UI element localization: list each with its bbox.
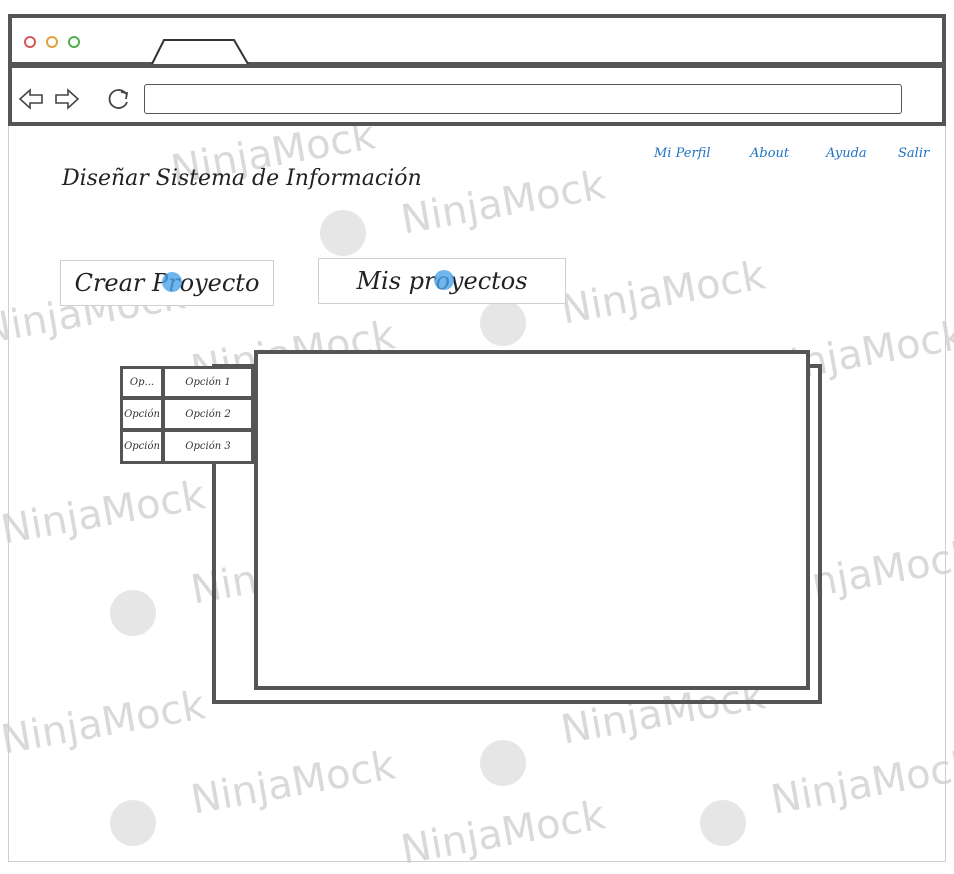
menu-cell[interactable]: Opción bbox=[120, 429, 164, 464]
page-title: Diseñar Sistema de Información bbox=[62, 166, 422, 191]
close-window-button[interactable] bbox=[24, 36, 36, 48]
maximize-window-button[interactable] bbox=[68, 36, 80, 48]
browser-title-bar bbox=[8, 14, 946, 66]
browser-tab[interactable] bbox=[150, 38, 250, 66]
forward-arrow-icon[interactable] bbox=[54, 86, 80, 112]
menu-cell[interactable]: Op... bbox=[120, 366, 164, 399]
nav-link-ayuda[interactable]: Ayuda bbox=[826, 146, 867, 161]
click-marker bbox=[434, 270, 454, 290]
options-menu-grid: Op... Opción 1 Opción Opción 2 Opción Op… bbox=[120, 366, 254, 464]
nav-link-salir[interactable]: Salir bbox=[898, 146, 929, 161]
minimize-window-button[interactable] bbox=[46, 36, 58, 48]
back-arrow-icon[interactable] bbox=[18, 86, 44, 112]
menu-cell[interactable]: Opción bbox=[120, 397, 164, 431]
content-panel-front bbox=[254, 350, 810, 690]
url-input[interactable] bbox=[144, 84, 902, 114]
reload-icon[interactable] bbox=[106, 86, 132, 112]
menu-cell-opcion-2[interactable]: Opción 2 bbox=[162, 397, 254, 431]
menu-cell-opcion-1[interactable]: Opción 1 bbox=[162, 366, 254, 399]
click-marker bbox=[162, 272, 182, 292]
nav-link-about[interactable]: About bbox=[750, 146, 789, 161]
menu-cell-opcion-3[interactable]: Opción 3 bbox=[162, 429, 254, 464]
nav-link-mi-perfil[interactable]: Mi Perfil bbox=[654, 146, 711, 161]
